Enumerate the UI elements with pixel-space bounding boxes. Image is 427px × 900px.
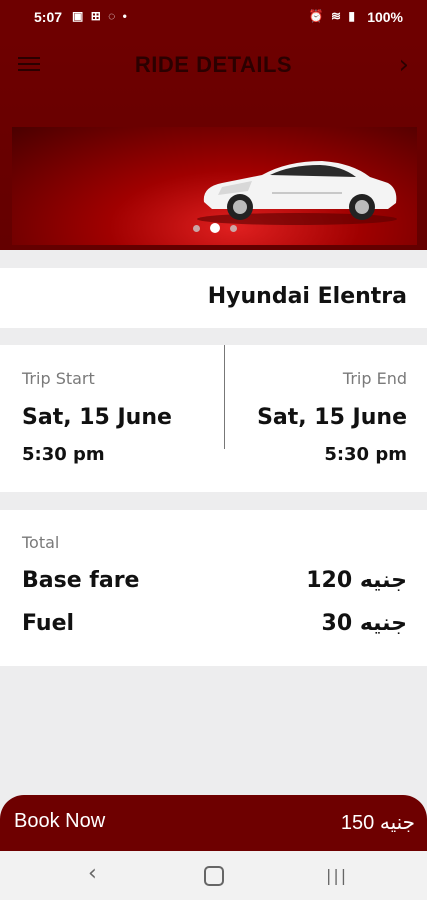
battery-level: 100%: [367, 9, 403, 25]
home-icon[interactable]: [204, 866, 224, 886]
status-bar: 5:07 ▣ ⊞ ◌ • ⏰ ≋ ▮ 100%: [0, 0, 427, 34]
system-nav-bar: ‹ |||: [0, 851, 427, 900]
carousel-dot[interactable]: [192, 225, 200, 232]
fare-row: Base fare 120 جنيه: [22, 568, 407, 598]
signal-icon: ▮: [348, 9, 357, 23]
cart-icon: ⊞: [90, 9, 103, 23]
trip-end-date: Sat, 15 June: [257, 405, 407, 430]
system-icons: ⏰ ≋ ▮: [309, 9, 357, 23]
fare-total-label: Total: [22, 533, 60, 552]
whatsapp-icon: ◌: [108, 9, 118, 23]
recent-apps-icon[interactable]: |||: [326, 865, 348, 887]
book-now-button[interactable]: Book Now 150 جنيه: [0, 795, 427, 851]
more-dot-icon: •: [122, 9, 129, 23]
header: RIDE DETAILS ›: [0, 34, 427, 250]
trip-divider: [224, 345, 225, 449]
fare-item-label: Base fare: [22, 568, 140, 593]
fare-row: Fuel 30 جنيه: [22, 611, 407, 641]
chevron-right-icon[interactable]: ›: [399, 52, 409, 78]
back-icon[interactable]: ‹: [88, 863, 97, 885]
alarm-icon: ⏰: [308, 9, 326, 23]
car-image: [197, 161, 397, 225]
gallery-icon: ▣: [72, 9, 86, 23]
notification-icons: ▣ ⊞ ◌ •: [72, 9, 129, 23]
status-time: 5:07: [34, 9, 63, 25]
fare-item-value: 120 جنيه: [306, 568, 407, 593]
trip-start-label: Trip Start: [22, 369, 95, 388]
fare-item-value: 30 جنيه: [321, 611, 407, 636]
car-image-carousel[interactable]: [12, 127, 417, 245]
trip-end-time: 5:30 pm: [324, 444, 407, 465]
fare-item-label: Fuel: [22, 611, 75, 636]
trip-end-label: Trip End: [342, 369, 407, 388]
fare-card: Total Base fare 120 جنيه Fuel 30 جنيه: [0, 510, 427, 666]
carousel-indicator: [12, 217, 417, 236]
trip-times-card: Trip Start Sat, 15 June 5:30 pm Trip End…: [0, 345, 427, 492]
book-now-label: Book Now: [14, 810, 106, 832]
carousel-dot-active[interactable]: [209, 223, 220, 233]
trip-start-date: Sat, 15 June: [22, 405, 172, 430]
carousel-dot[interactable]: [229, 225, 237, 232]
car-name: Hyundai Elentra: [207, 284, 407, 309]
wifi-icon: ≋: [330, 9, 344, 23]
car-name-card: Hyundai Elentra: [0, 268, 427, 328]
page-title: RIDE DETAILS: [134, 52, 293, 77]
book-total-price: 150 جنيه: [340, 812, 415, 834]
trip-start-time: 5:30 pm: [22, 444, 105, 465]
